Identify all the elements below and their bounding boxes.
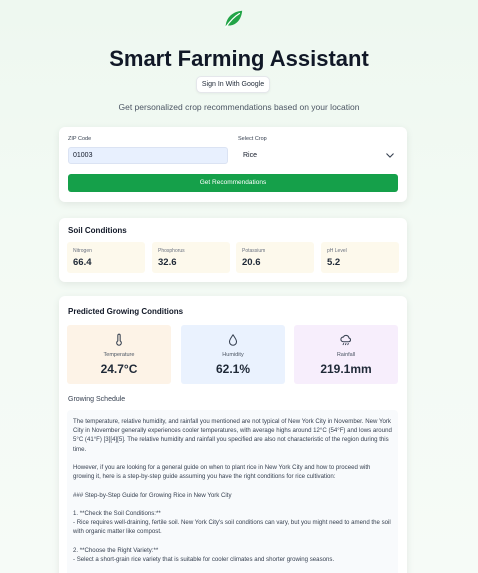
temperature-value: 24.7°C (100, 362, 138, 376)
schedule-heading: ### Step-by-Step Guide for Growing Rice … (73, 491, 232, 499)
cloud-rain-icon (340, 334, 351, 346)
soil-value: 5.2 (327, 257, 341, 268)
page-title: Smart Farming Assistant (109, 46, 369, 71)
soil-nitrogen: Nitrogen 66.4 (67, 242, 145, 273)
humidity-tile: Humidity 62.1% (181, 325, 285, 384)
schedule-paragraph: The temperature, relative humidity, and … (73, 418, 392, 453)
schedule-step-title: 1. **Check the Soil Conditions:** (73, 509, 161, 517)
zip-code-input[interactable]: 01003 (68, 147, 228, 164)
predicted-conditions-card: Predicted Growing Conditions Temperature… (59, 296, 407, 573)
rainfall-label: Rainfall (336, 352, 356, 358)
soil-value: 32.6 (158, 257, 177, 268)
soil-label: Phosphorus (158, 248, 185, 254)
recommendation-form: ZIP Code 01003 Select Crop Rice Get Reco… (59, 127, 407, 202)
droplet-icon (228, 334, 238, 346)
soil-conditions-card: Soil Conditions Nitrogen 66.4 Phosphorus… (59, 218, 407, 282)
rainfall-value: 219.1mm (320, 362, 372, 376)
soil-phosphorus: Phosphorus 32.6 (152, 242, 230, 273)
schedule-step-title: 2. **Choose the Right Variety:** (73, 546, 159, 554)
schedule-paragraph: However, if you are looking for a genera… (73, 464, 371, 481)
soil-label: Potassium (242, 248, 266, 254)
zip-label: ZIP Code (68, 136, 92, 142)
sign-in-google-button[interactable]: Sign In With Google (196, 76, 270, 93)
leaf-icon (225, 10, 243, 28)
get-recommendations-button[interactable]: Get Recommendations (68, 174, 398, 192)
page-subtitle: Get personalized crop recommendations ba… (118, 102, 360, 112)
growing-schedule-text: The temperature, relative humidity, and … (67, 410, 398, 573)
crop-select-value: Rice (243, 152, 258, 159)
soil-title: Soil Conditions (68, 226, 127, 235)
humidity-value: 62.1% (215, 362, 251, 376)
predicted-title: Predicted Growing Conditions (68, 307, 184, 316)
schedule-label: Growing Schedule (68, 396, 126, 403)
soil-value: 20.6 (242, 257, 261, 268)
thermometer-icon (116, 333, 122, 346)
soil-value: 66.4 (73, 257, 92, 268)
soil-label: pH Level (327, 248, 347, 254)
schedule-step-text: - Select a short-grain rice variety that… (73, 555, 335, 563)
soil-label: Nitrogen (73, 248, 92, 254)
temperature-label: Temperature (103, 352, 135, 358)
soil-ph: pH Level 5.2 (321, 242, 399, 273)
humidity-label: Humidity (222, 352, 244, 358)
chevron-down-icon (386, 153, 394, 158)
temperature-tile: Temperature 24.7°C (67, 325, 171, 384)
crop-label: Select Crop (238, 136, 267, 142)
crop-select[interactable]: Rice (238, 147, 398, 164)
soil-potassium: Potassium 20.6 (236, 242, 314, 273)
schedule-step-text: - Rice requires well-draining, fertile s… (73, 519, 391, 536)
rainfall-tile: Rainfall 219.1mm (294, 325, 398, 384)
